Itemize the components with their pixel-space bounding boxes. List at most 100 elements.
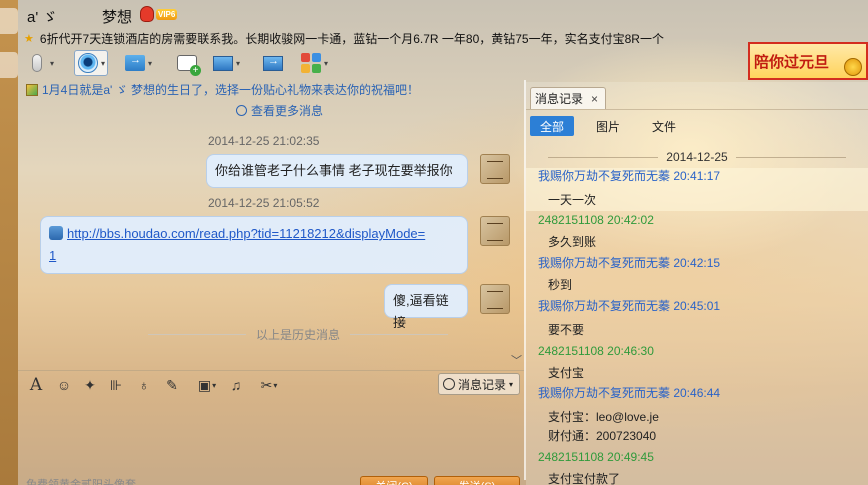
chevron-down-icon[interactable]: ▾ xyxy=(148,59,152,68)
music-icon[interactable]: ♫ xyxy=(226,375,246,395)
share-screen-icon xyxy=(262,52,284,74)
star-icon: ★ xyxy=(24,33,34,45)
tab-message-history[interactable]: 消息记录 × xyxy=(530,87,606,109)
contact-signature: ★ 6折代开7天连锁酒店的房需要联系我。长期收骏网一卡通，蓝钻一个月6.7R 一… xyxy=(24,30,664,47)
app-grid-icon xyxy=(300,52,322,74)
history-record[interactable]: 我赐你万劫不复死而无蓁 20:46:44 支付宝：leo@love.je 财付通… xyxy=(526,385,868,449)
chat-message-bubble[interactable]: 你给谁管老子什么事情 老子现在要举报你 xyxy=(206,154,468,188)
chevron-down-icon[interactable]: ▾ xyxy=(50,59,54,68)
record-sender: 2482151108 20:46:30 xyxy=(538,344,654,358)
send-button[interactable]: 发送(S) xyxy=(434,476,520,485)
filter-all[interactable]: 全部 xyxy=(530,116,575,136)
chevron-down-icon[interactable]: ▾ xyxy=(101,59,105,68)
shake-window-icon[interactable]: ⊪ xyxy=(106,375,126,395)
vip-badge[interactable]: VIP6 xyxy=(140,6,178,22)
new-year-banner[interactable]: 陪你过元旦 xyxy=(748,42,868,80)
message-link-continued[interactable]: 1 xyxy=(49,248,56,263)
left-sidebar-strip xyxy=(0,0,18,485)
history-date-divider: 2014-12-25 xyxy=(526,150,868,164)
chat-message-bubble[interactable]: http://bbs.houdao.com/read.php?tid=11218… xyxy=(40,216,468,274)
font-icon[interactable]: A xyxy=(26,375,46,395)
edit-icon[interactable]: ✎ xyxy=(162,375,182,395)
history-record[interactable]: 我赐你万劫不复死而无蓁 20:41:17 一天一次 xyxy=(526,168,868,211)
image-icon[interactable]: ▣ ▾ xyxy=(190,375,224,395)
view-more-messages-link[interactable]: 查看更多消息 xyxy=(236,102,323,119)
banner-text: 陪你过元旦 xyxy=(754,53,830,71)
record-text: 要不要 xyxy=(548,323,585,337)
history-date: 2014-12-25 xyxy=(666,150,728,164)
tab-label: 消息记录 xyxy=(535,92,584,106)
chat-header: a' ゞ 梦想 VIP6 ★ 6折代开7天连锁酒店的房需要联系我。长期收骏网一卡… xyxy=(18,0,868,48)
message-history-button[interactable]: 消息记录 ▾ xyxy=(438,373,520,395)
chat-message-bubble[interactable]: 傻,逼看链接 xyxy=(384,284,468,330)
message-history-panel: 消息记录 × 全部 图片 文件 2014-12-25 我赐你万劫不复死而无蓁 2… xyxy=(526,82,868,485)
contact-nickname[interactable]: a' ゞ xyxy=(27,6,57,27)
message-input[interactable] xyxy=(18,400,524,474)
chevron-down-icon[interactable]: ▾ xyxy=(509,380,513,389)
filter-images[interactable]: 图片 xyxy=(586,116,630,136)
emoji-icon[interactable]: ☺ xyxy=(54,375,74,395)
view-more-label[interactable]: 查看更多消息 xyxy=(251,102,323,119)
remote-desktop-button[interactable]: ▾ xyxy=(212,50,240,76)
avatar[interactable] xyxy=(480,284,510,314)
history-record[interactable]: 2482151108 20:49:45 支付宝付款了 xyxy=(526,449,868,485)
webcam-icon xyxy=(77,52,99,74)
history-divider: 以上是历史消息 xyxy=(148,326,449,343)
history-record[interactable]: 我赐你万劫不复死而无蓁 20:42:15 秒到 xyxy=(526,255,868,298)
record-sender: 我赐你万劫不复死而无蓁 20:46:44 xyxy=(538,386,721,400)
birthday-notice-text[interactable]: 1月4日就是a' ゞ 梦想的生日了，选择一份贴心礼物来表达你的祝福吧！ xyxy=(42,81,419,98)
remote-desktop-icon xyxy=(212,52,234,74)
message-timestamp: 2014-12-25 21:02:35 xyxy=(208,134,320,148)
chat-toolbar: ▾ ▾ ▾ ▾ ▾ xyxy=(18,50,748,78)
record-text: 一天一次 xyxy=(548,193,597,207)
collapse-chevron-icon[interactable]: ﹀ xyxy=(511,352,522,368)
clock-icon xyxy=(443,378,455,390)
close-button[interactable]: 关闭(C) xyxy=(360,476,428,485)
vip-level-label: VIP6 xyxy=(156,8,178,20)
link-security-icon xyxy=(49,226,63,240)
app-grid-button[interactable]: ▾ xyxy=(300,50,328,76)
history-divider-label: 以上是历史消息 xyxy=(256,328,341,342)
record-text: 支付宝：leo@love.je xyxy=(548,410,659,424)
record-text: 支付宝付款了 xyxy=(548,472,621,485)
record-sender: 我赐你万劫不复死而无蓁 20:41:17 xyxy=(538,169,721,183)
panel-tab-bar: 消息记录 × xyxy=(526,84,868,110)
video-call-button[interactable]: ▾ xyxy=(74,50,109,76)
history-record[interactable]: 2482151108 20:46:30 支付宝 xyxy=(526,343,868,386)
message-link[interactable]: http://bbs.houdao.com/read.php?tid=11218… xyxy=(67,226,425,241)
chevron-down-icon[interactable]: ▾ xyxy=(324,59,328,68)
birthday-notice[interactable]: 1月4日就是a' ゞ 梦想的生日了，选择一份贴心礼物来表达你的祝福吧！ xyxy=(26,81,419,98)
clock-icon xyxy=(236,105,247,116)
record-text: 支付宝 xyxy=(548,366,585,380)
send-file-button[interactable]: ▾ xyxy=(124,50,152,76)
message-timestamp: 2014-12-25 21:05:52 xyxy=(208,196,320,210)
avatar[interactable] xyxy=(480,154,510,184)
contact-name[interactable]: 梦想 xyxy=(102,6,132,27)
avatar[interactable] xyxy=(480,216,510,246)
send-file-icon xyxy=(124,52,146,74)
screenshot-scissors-icon[interactable]: ✂ ▾ xyxy=(252,375,286,395)
penguin-icon xyxy=(140,6,154,22)
coin-icon xyxy=(844,58,862,76)
magic-wand-icon[interactable]: ✦ xyxy=(80,375,100,395)
record-text: 多久到账 xyxy=(548,235,597,249)
input-toolbar: A ☺ ✦ ⊪ ♁ ✎ ▣ ▾ ♫ ✂ ▾ 消息记录 ▾ xyxy=(18,370,524,398)
promo-tip[interactable]: 免费领黄金贰阳头像套 xyxy=(26,476,136,485)
create-discussion-button[interactable] xyxy=(176,50,201,76)
close-icon[interactable]: × xyxy=(591,92,598,106)
record-sender: 2482151108 20:42:02 xyxy=(538,213,654,227)
create-discussion-icon xyxy=(176,52,201,76)
voice-message-icon[interactable]: ♁ xyxy=(134,375,154,395)
history-record[interactable]: 我赐你万劫不复死而无蓁 20:45:01 要不要 xyxy=(526,298,868,341)
record-sender: 我赐你万劫不复死而无蓁 20:45:01 xyxy=(538,299,721,313)
record-sender: 我赐你万劫不复死而无蓁 20:42:15 xyxy=(538,256,721,270)
voice-call-button[interactable]: ▾ xyxy=(26,50,54,76)
sidebar-tab-2[interactable] xyxy=(0,52,18,78)
history-record[interactable]: 2482151108 20:42:02 多久到账 xyxy=(526,212,868,255)
chat-message-area[interactable]: 1月4日就是a' ゞ 梦想的生日了，选择一份贴心礼物来表达你的祝福吧！ 查看更多… xyxy=(18,80,524,368)
share-screen-button[interactable] xyxy=(262,50,284,76)
sidebar-tab-1[interactable] xyxy=(0,8,18,34)
record-sender: 2482151108 20:49:45 xyxy=(538,450,654,464)
chevron-down-icon[interactable]: ▾ xyxy=(236,59,240,68)
filter-files[interactable]: 文件 xyxy=(642,116,686,136)
